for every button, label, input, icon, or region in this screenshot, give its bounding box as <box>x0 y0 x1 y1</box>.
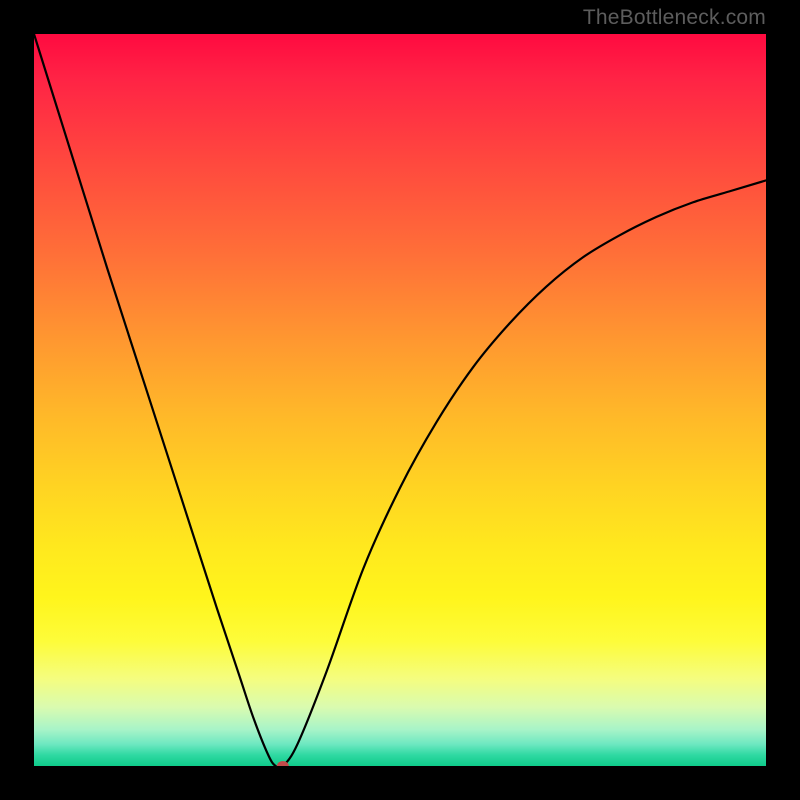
bottleneck-curve <box>34 34 766 766</box>
plot-area <box>34 34 766 766</box>
chart-frame: TheBottleneck.com <box>0 0 800 800</box>
watermark-text: TheBottleneck.com <box>583 6 766 30</box>
curve-layer <box>34 34 766 766</box>
